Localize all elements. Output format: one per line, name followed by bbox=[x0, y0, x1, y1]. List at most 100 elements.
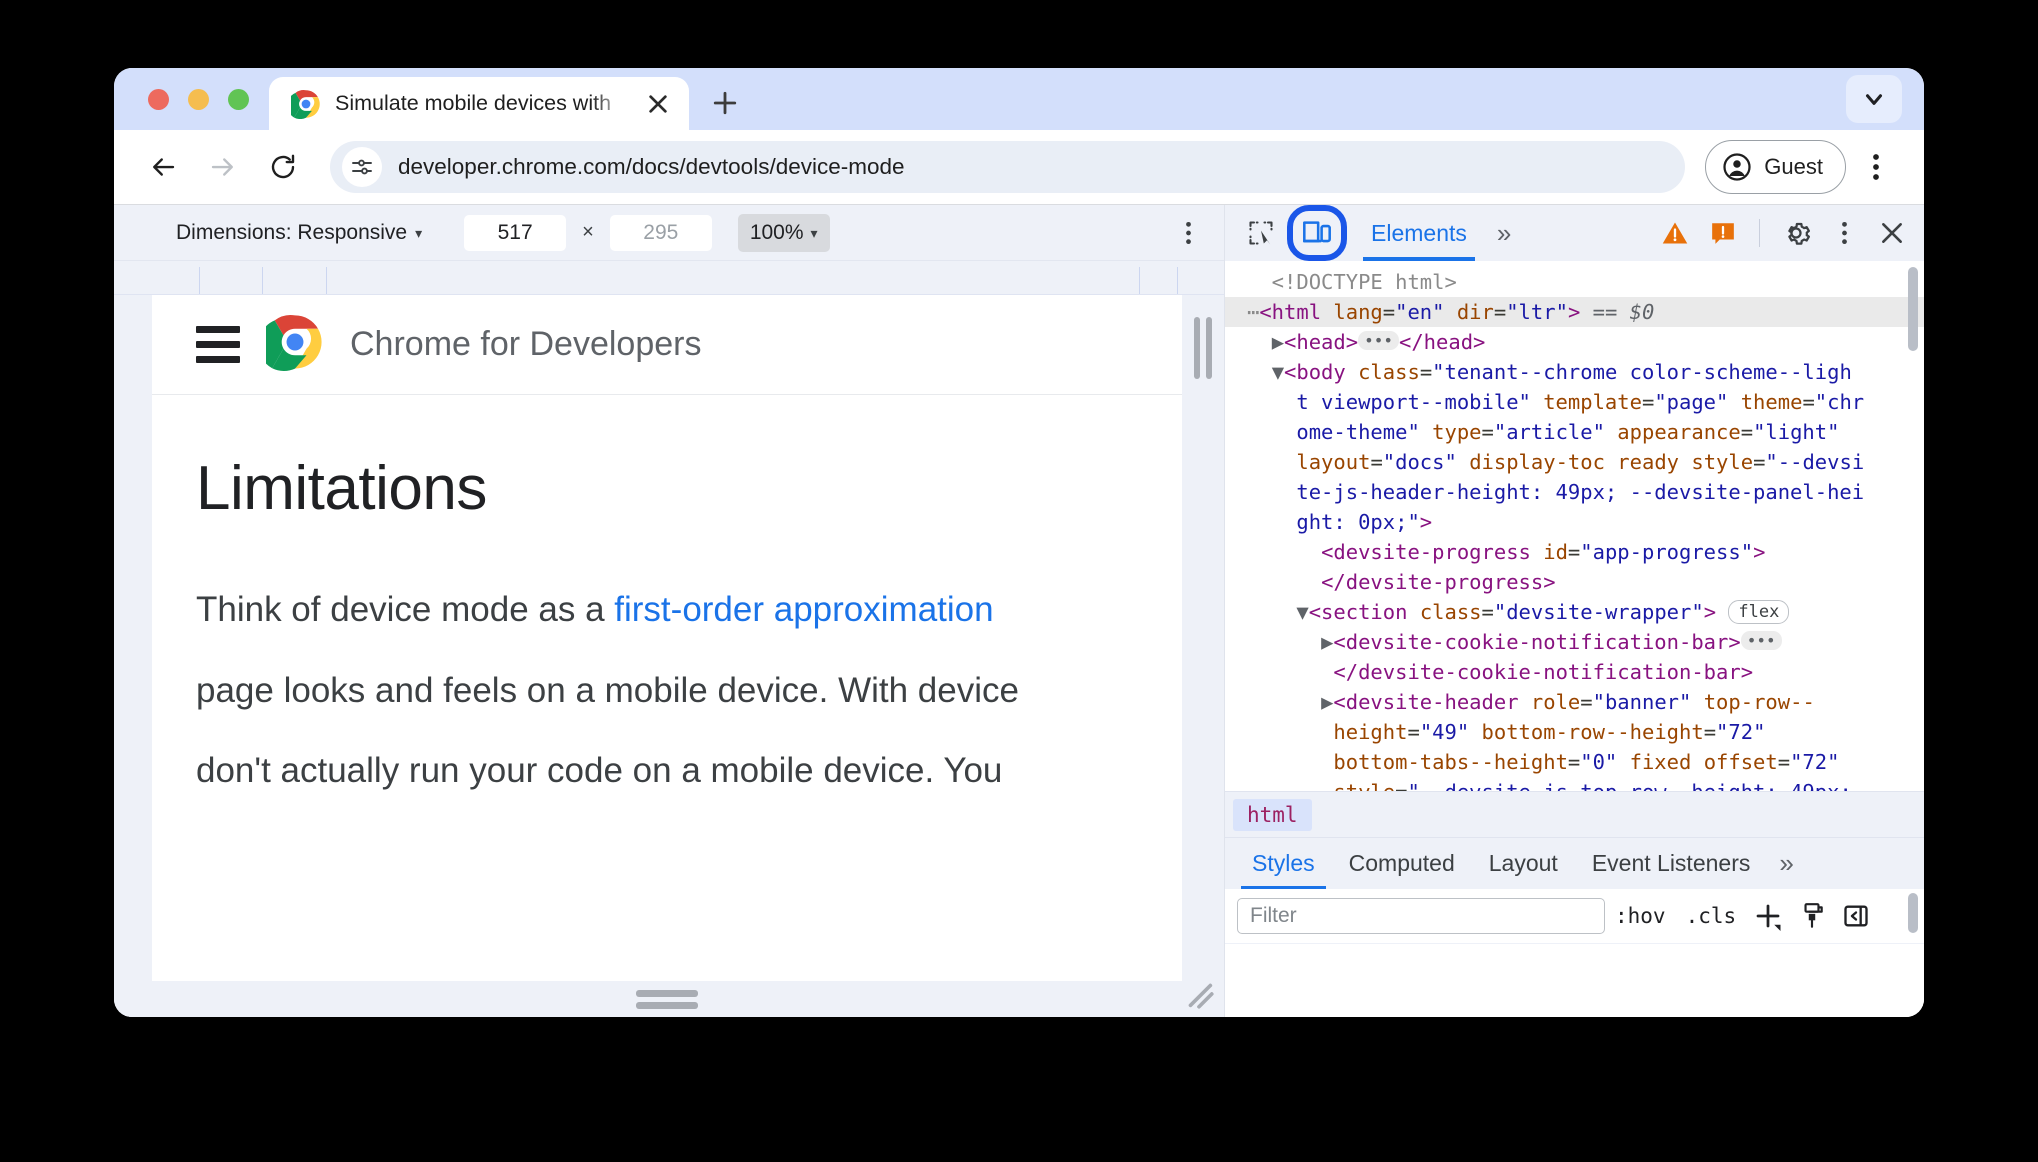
device-viewport[interactable]: Chrome for Developers Limitations Think … bbox=[152, 295, 1182, 981]
resize-handle-corner[interactable] bbox=[1182, 977, 1216, 1011]
address-bar[interactable]: developer.chrome.com/docs/devtools/devic… bbox=[330, 141, 1686, 193]
dom-line-head[interactable]: ▶<head> ••• </head> bbox=[1225, 327, 1924, 357]
page-paragraph-line-3: don't actually run your code on a mobile… bbox=[196, 751, 1003, 791]
tab-elements[interactable]: Elements bbox=[1359, 205, 1479, 261]
dom-line-body[interactable]: ▼<body class="tenant--chrome color-schem… bbox=[1225, 357, 1924, 387]
chevron-down-icon[interactable] bbox=[1846, 75, 1902, 123]
new-tab-button[interactable] bbox=[701, 79, 749, 127]
dom-line-cookie-bar[interactable]: ▶<devsite-cookie-notification-bar> ••• bbox=[1225, 627, 1924, 657]
flex-badge[interactable]: flex bbox=[1728, 600, 1790, 624]
resize-handle-height[interactable] bbox=[636, 989, 698, 1009]
address-bar-url: developer.chrome.com/docs/devtools/devic… bbox=[398, 154, 905, 179]
brush-icon[interactable] bbox=[1790, 896, 1834, 936]
devtools-toolbar: Elements » bbox=[1225, 205, 1924, 261]
forward-button[interactable] bbox=[196, 140, 250, 194]
devtools-tabs-overflow[interactable]: » bbox=[1483, 218, 1525, 249]
dom-line-cookie-bar-close[interactable]: </devsite-cookie-notification-bar> bbox=[1225, 657, 1924, 687]
minimize-window-button[interactable] bbox=[188, 88, 209, 110]
device-mode-menu-button[interactable] bbox=[1168, 213, 1208, 253]
close-window-button[interactable] bbox=[148, 88, 169, 110]
dom-tree[interactable]: <!DOCTYPE html> ⋯<html lang="en" dir="lt… bbox=[1225, 261, 1924, 791]
dom-line-body-wrap-4: te-js-header-height: 49px; --devsite-pan… bbox=[1296, 480, 1865, 504]
device-mode-panel: Dimensions: Responsive ▾ 517 × 295 100% … bbox=[114, 205, 1224, 1017]
styles-tabs-overflow[interactable]: » bbox=[1767, 848, 1805, 879]
dom-line-body-wrap-5: ght: 0px;"> bbox=[1296, 510, 1433, 534]
page-title: Limitations bbox=[196, 454, 487, 523]
device-mode-toolbar: Dimensions: Responsive ▾ 517 × 295 100% … bbox=[114, 205, 1224, 261]
inspect-icon[interactable] bbox=[1239, 211, 1283, 255]
close-devtools-button[interactable] bbox=[1870, 211, 1914, 255]
plus-icon[interactable] bbox=[1746, 896, 1790, 936]
browser-toolbar: developer.chrome.com/docs/devtools/devic… bbox=[114, 130, 1924, 204]
sidebar-toggle-icon[interactable] bbox=[1834, 896, 1878, 936]
styles-rules-area[interactable] bbox=[1225, 943, 1924, 1017]
chrome-logo-icon bbox=[287, 89, 321, 119]
gear-icon[interactable] bbox=[1774, 211, 1818, 255]
devtools-panel: Elements » <!DOCTYPE html> ⋯<html lang="… bbox=[1224, 205, 1924, 1017]
viewport-right-gutter bbox=[1182, 295, 1224, 1017]
resize-handle-width[interactable] bbox=[1194, 317, 1212, 379]
zoom-label: 100% bbox=[749, 220, 804, 244]
page-paragraph-line-1: Think of device mode as a first-order ap… bbox=[196, 582, 1182, 639]
browser-tab[interactable]: Simulate mobile devices with bbox=[269, 77, 689, 130]
dom-tree-scrollbar[interactable] bbox=[1908, 267, 1918, 351]
viewport-ruler[interactable] bbox=[114, 261, 1224, 295]
page-paragraph-line-2: page looks and feels on a mobile device.… bbox=[196, 670, 1019, 710]
device-toolbar-icon[interactable] bbox=[1287, 205, 1347, 261]
inline-link[interactable]: first-order approximation bbox=[614, 590, 993, 629]
dom-line-header[interactable]: ▶<devsite-header role="banner" top-row-- bbox=[1225, 687, 1924, 717]
tab-layout[interactable]: Layout bbox=[1472, 838, 1575, 890]
dimensions-label: Dimensions: Responsive bbox=[176, 220, 408, 244]
dom-line-doctype[interactable]: <!DOCTYPE html> bbox=[1225, 267, 1924, 297]
paragraph-text: Think of device mode as a bbox=[196, 590, 615, 629]
breadcrumb: html bbox=[1225, 791, 1924, 837]
height-input[interactable]: 295 bbox=[609, 214, 712, 251]
site-brand: Chrome for Developers bbox=[350, 325, 702, 363]
width-input[interactable]: 517 bbox=[464, 214, 567, 251]
dom-line-section[interactable]: ▼<section class="devsite-wrapper"> flex bbox=[1225, 597, 1924, 627]
dimensions-selector[interactable]: Dimensions: Responsive ▾ bbox=[176, 221, 422, 245]
maximize-window-button[interactable] bbox=[228, 88, 249, 110]
styles-filter-input[interactable]: Filter bbox=[1237, 898, 1605, 934]
hamburger-menu-icon[interactable] bbox=[196, 326, 240, 363]
viewport-bottom-bar bbox=[152, 981, 1182, 1017]
site-body: Limitations Think of device mode as a fi… bbox=[152, 395, 1182, 800]
back-button[interactable] bbox=[136, 140, 190, 194]
dimension-separator: × bbox=[582, 221, 594, 243]
styles-scrollbar[interactable] bbox=[1908, 893, 1918, 933]
zoom-selector[interactable]: 100% ▾ bbox=[737, 213, 830, 252]
cls-button[interactable]: .cls bbox=[1676, 896, 1747, 936]
site-info-icon[interactable] bbox=[342, 147, 382, 187]
breadcrumb-item-html[interactable]: html bbox=[1233, 798, 1312, 831]
warning-icon[interactable] bbox=[1653, 211, 1697, 255]
avatar-icon bbox=[1723, 153, 1751, 181]
styles-filter-bar: Filter :hov .cls bbox=[1225, 889, 1924, 943]
window-controls bbox=[114, 68, 269, 130]
profile-button[interactable]: Guest bbox=[1705, 140, 1846, 194]
chevron-down-icon: ▾ bbox=[415, 224, 423, 241]
browser-window: Simulate mobile devices with developer.c… bbox=[114, 68, 1924, 1017]
dom-line-html[interactable]: ⋯<html lang="en" dir="ltr"> == $0 bbox=[1225, 297, 1924, 327]
dom-line-progress[interactable]: <devsite-progress id="app-progress"> bbox=[1225, 537, 1924, 567]
viewport-left-gutter bbox=[114, 295, 152, 1017]
error-icon[interactable] bbox=[1701, 211, 1745, 255]
reload-button[interactable] bbox=[256, 140, 310, 194]
dom-line-header-wrap-3: style="--devsite-js-top-row--height: 49p… bbox=[1225, 777, 1924, 791]
dom-line-body-wrap-2: ome-theme" type="article" appearance="li… bbox=[1296, 420, 1840, 444]
viewport-stage: Chrome for Developers Limitations Think … bbox=[114, 295, 1224, 1017]
tab-computed[interactable]: Computed bbox=[1332, 838, 1472, 890]
site-header: Chrome for Developers bbox=[152, 295, 1182, 395]
tab-strip: Simulate mobile devices with bbox=[114, 68, 1924, 130]
styles-pane-tabs: Styles Computed Layout Event Listeners » bbox=[1225, 837, 1924, 890]
dom-line-progress-close[interactable]: </devsite-progress> bbox=[1225, 567, 1924, 597]
tab-event-listeners[interactable]: Event Listeners bbox=[1575, 838, 1768, 890]
browser-menu-button[interactable] bbox=[1852, 140, 1900, 194]
hov-button[interactable]: :hov bbox=[1605, 896, 1676, 936]
close-tab-button[interactable] bbox=[641, 87, 675, 121]
devtools-menu-button[interactable] bbox=[1822, 211, 1866, 255]
dom-line-header-wrap-2: bottom-tabs--height="0" fixed offset="72… bbox=[1333, 750, 1840, 774]
dom-line-body-wrap-1: t viewport--mobile" template="page" them… bbox=[1296, 390, 1865, 414]
profile-label: Guest bbox=[1764, 154, 1823, 179]
tab-styles[interactable]: Styles bbox=[1235, 838, 1332, 890]
tab-title: Simulate mobile devices with bbox=[335, 91, 612, 115]
